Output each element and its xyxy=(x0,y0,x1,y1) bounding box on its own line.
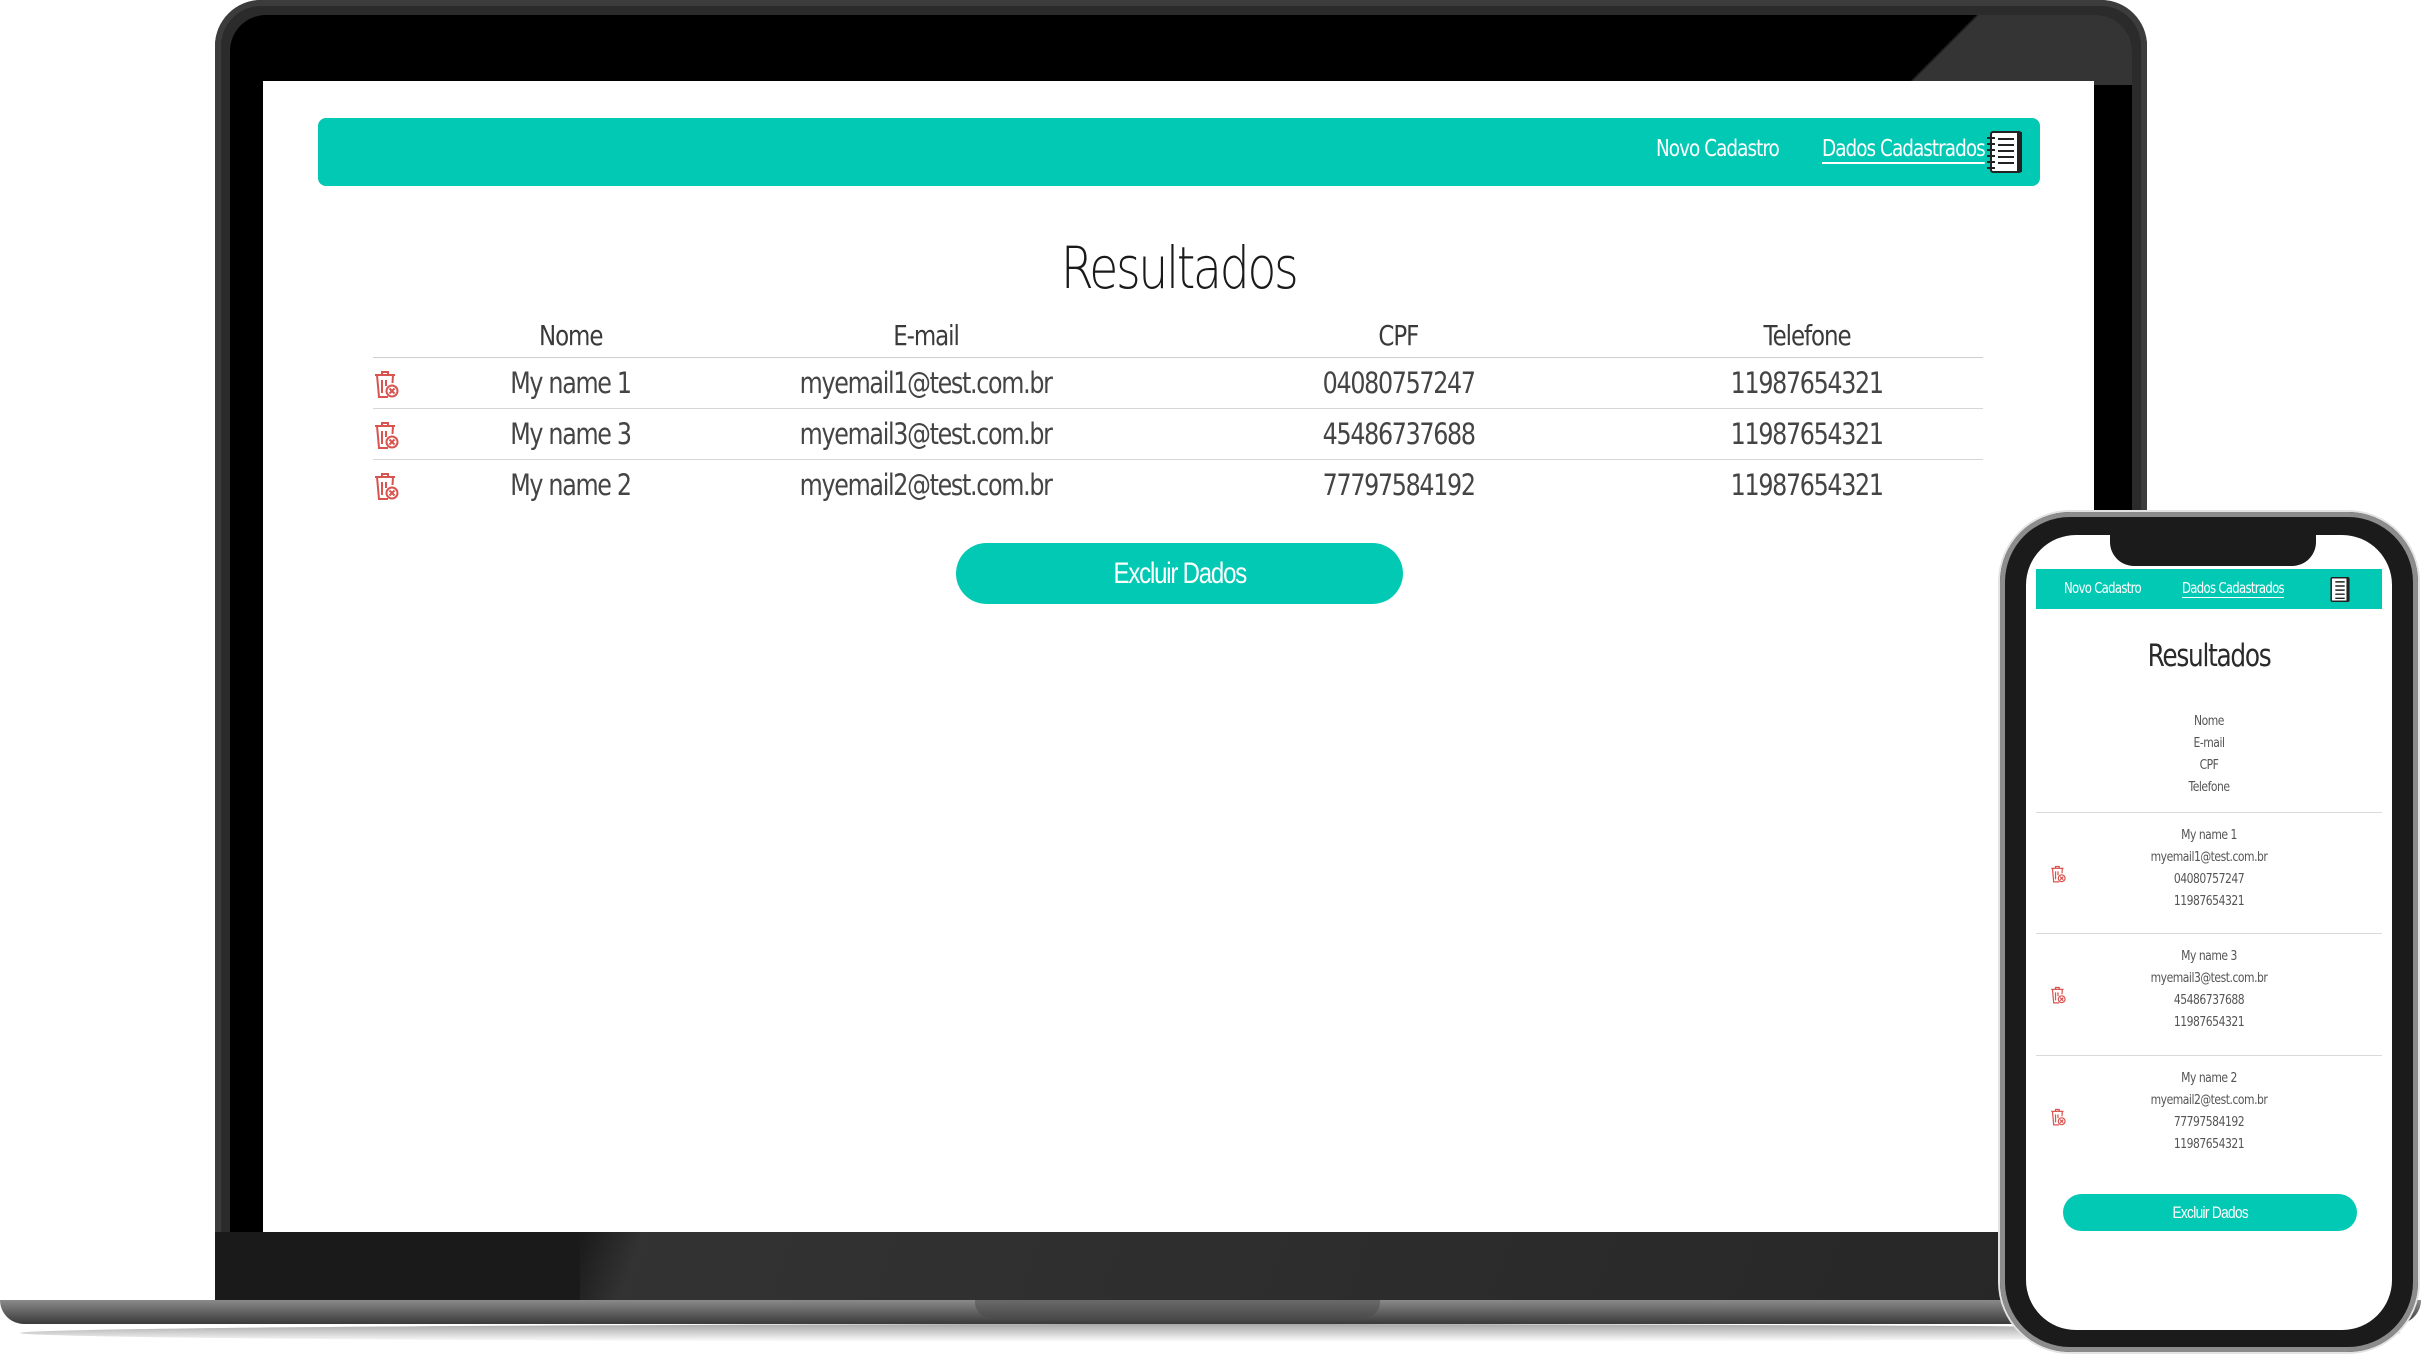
column-header-email: E-mail xyxy=(686,313,1166,358)
cell-nome: My name 2 xyxy=(510,468,632,502)
cell-cpf: 77797584192 xyxy=(1322,468,1475,502)
mobile-nav-link-novo-cadastro[interactable]: Novo Cadastro xyxy=(2064,579,2142,597)
cell-email: myemail2@test.com.br xyxy=(800,468,1053,502)
laptop-chin-shade xyxy=(580,1232,2147,1300)
delete-data-button[interactable]: Excluir Dados xyxy=(956,543,1403,604)
row-action-cell xyxy=(373,357,455,409)
item-cpf: 77797584192 xyxy=(2173,1114,2245,1130)
row-action-cell xyxy=(373,408,455,460)
cell-telefone: 11987654321 xyxy=(1631,408,1983,460)
table-header-row: Nome E-mail CPF Telefone xyxy=(373,313,1983,358)
table-row: My name 1 myemail1@test.com.br 040807572… xyxy=(373,357,1983,409)
item-nome: My name 1 xyxy=(2181,827,2237,843)
table-row: My name 3 myemail3@test.com.br 454867376… xyxy=(373,408,1983,460)
phone-screen: Novo Cadastro Dados Cadastrados Resultad… xyxy=(2026,535,2392,1330)
item-cpf: 45486737688 xyxy=(2173,992,2245,1008)
cell-cpf: 04080757247 xyxy=(1166,357,1631,409)
cell-telefone: 11987654321 xyxy=(1730,468,1884,502)
nav-link-dados-cadastrados[interactable]: Dados Cadastrados xyxy=(1822,136,1986,162)
laptop-screen: Novo Cadastro Dados Cadastrados Resultad… xyxy=(263,81,2094,1232)
cell-cpf: 45486737688 xyxy=(1166,408,1631,460)
column-header-cpf: CPF xyxy=(1166,313,1631,358)
mobile-list-item: My name 1 myemail1@test.com.br 040807572… xyxy=(2036,813,2382,933)
item-nome: My name 3 xyxy=(2181,948,2237,964)
column-header-actions xyxy=(373,313,455,358)
nav-link-novo-cadastro[interactable]: Novo Cadastro xyxy=(1656,136,1780,162)
column-header-telefone: Telefone xyxy=(2188,779,2230,795)
mobile-delete-data-button[interactable]: Excluir Dados xyxy=(2063,1194,2357,1231)
mobile-page-title: Resultados xyxy=(2147,638,2272,674)
item-email: myemail2@test.com.br xyxy=(2150,1092,2268,1108)
mobile-nav-link-dados-cadastrados[interactable]: Dados Cadastrados xyxy=(2182,579,2285,597)
results-table: Nome E-mail CPF Telefone My name 1 myema… xyxy=(373,313,1983,510)
item-telefone: 11987654321 xyxy=(2173,893,2245,909)
column-header-nome: Nome xyxy=(2194,713,2224,729)
cell-email: myemail1@test.com.br xyxy=(686,357,1166,409)
cell-nome: My name 1 xyxy=(455,357,686,409)
trash-icon[interactable] xyxy=(373,472,399,502)
item-cpf: 04080757247 xyxy=(2173,871,2245,887)
item-email: myemail3@test.com.br xyxy=(2150,970,2268,986)
page-title: Resultados xyxy=(1060,234,1299,302)
row-action-cell xyxy=(373,460,455,511)
table-row: My name 2 myemail2@test.com.br 777975841… xyxy=(373,460,1983,511)
notebook-icon[interactable] xyxy=(2328,576,2352,603)
laptop-notch xyxy=(975,1300,1380,1318)
trash-icon[interactable] xyxy=(373,421,399,451)
cell-telefone: 11987654321 xyxy=(1631,357,1983,409)
mobile-column-headers: Nome E-mail CPF Telefone xyxy=(2026,710,2392,798)
column-header-email: E-mail xyxy=(2193,735,2225,751)
phone-notch xyxy=(2110,528,2316,566)
item-nome: My name 2 xyxy=(2181,1070,2237,1086)
cell-nome: My name 3 xyxy=(455,408,686,460)
item-telefone: 11987654321 xyxy=(2173,1136,2245,1152)
mobile-list-item: My name 2 myemail2@test.com.br 777975841… xyxy=(2036,1056,2382,1176)
mobile-navbar: Novo Cadastro Dados Cadastrados xyxy=(2036,569,2382,609)
cell-email: myemail3@test.com.br xyxy=(686,408,1166,460)
column-header-cpf: CPF xyxy=(2199,757,2219,773)
mobile-list-item: My name 3 myemail3@test.com.br 454867376… xyxy=(2036,934,2382,1054)
navbar: Novo Cadastro Dados Cadastrados xyxy=(318,118,2040,186)
laptop-reflection xyxy=(1790,15,2132,85)
notebook-icon[interactable] xyxy=(1986,129,2026,175)
column-header-telefone: Telefone xyxy=(1631,313,1983,358)
trash-icon[interactable] xyxy=(373,370,399,400)
column-header-nome: Nome xyxy=(455,313,686,358)
item-telefone: 11987654321 xyxy=(2173,1014,2245,1030)
item-email: myemail1@test.com.br xyxy=(2150,849,2268,865)
